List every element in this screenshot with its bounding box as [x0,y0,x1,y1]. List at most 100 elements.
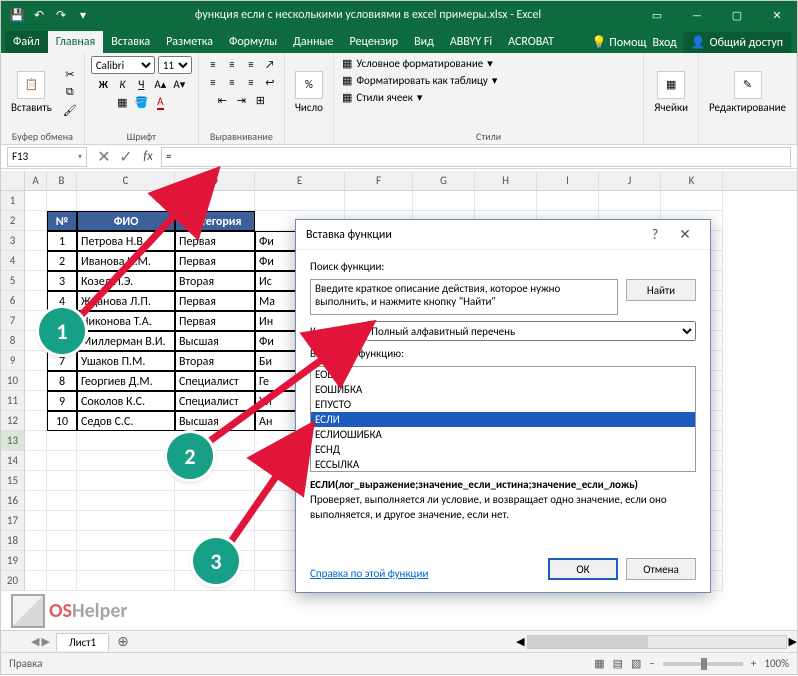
row-header[interactable]: 4 [1,251,25,271]
cell[interactable]: Первая [175,311,255,331]
cell[interactable]: Ушаков П.М. [77,351,175,371]
col-header[interactable]: E [255,171,345,190]
cell[interactable] [255,191,345,211]
zoom-in-icon[interactable]: + [751,657,756,670]
cell[interactable] [47,491,77,511]
col-header[interactable]: D [175,171,255,190]
cells-button[interactable]: ▦ Ячейки [650,69,692,116]
cell[interactable] [47,571,77,591]
cell[interactable]: Специалист [175,371,255,391]
cell[interactable] [47,531,77,551]
function-item[interactable]: ЕСНД [311,442,695,457]
function-item[interactable]: ЕССЫЛКА [311,457,695,472]
cell[interactable] [25,251,47,271]
hscroll-left-icon[interactable]: ◀ [516,635,524,648]
col-header[interactable]: A [25,171,47,190]
format-painter-icon[interactable]: 🖌 [62,102,78,118]
qat-customize-icon[interactable]: ▾ [73,5,93,25]
row-header[interactable]: 16 [1,491,25,511]
maximize-icon[interactable]: ▢ [717,1,757,29]
col-header[interactable]: K [661,171,723,190]
font-color-icon[interactable]: A [152,94,168,110]
row-header[interactable]: 9 [1,351,25,371]
cell[interactable] [25,391,47,411]
cell[interactable] [25,211,47,231]
dialog-close-icon[interactable]: ✕ [670,226,700,243]
tab-рецензир[interactable]: Рецензир [341,31,406,53]
cell[interactable] [77,571,175,591]
row-header[interactable]: 12 [1,411,25,431]
sheet-nav-prev-icon[interactable]: ◀ [31,635,39,648]
cell[interactable] [47,551,77,571]
cell[interactable]: Высшая [175,411,255,431]
cell[interactable] [25,431,47,451]
cell[interactable] [661,191,723,211]
grow-font-icon[interactable]: A▴ [152,76,168,92]
align-bottom-icon[interactable]: ≡ [243,56,259,72]
ok-button[interactable]: ОК [548,558,618,580]
increase-indent-icon[interactable]: ⇥ [233,92,249,108]
align-center-icon[interactable]: ≡ [224,74,240,90]
col-header[interactable]: F [345,171,413,190]
cell[interactable]: 8 [47,371,77,391]
help-link[interactable]: Справка по этой функции [310,567,428,580]
row-header[interactable]: 19 [1,551,25,571]
copy-icon[interactable]: ⧉ [62,84,78,100]
cell[interactable]: Миллерман В.И. [77,331,175,351]
cell[interactable] [413,191,475,211]
cell[interactable] [25,291,47,311]
borders-icon[interactable]: ▦ [114,94,130,110]
view-page-icon[interactable]: ▤ [613,657,623,670]
cell[interactable] [47,191,77,211]
zoom-slider[interactable] [663,662,743,666]
align-top-icon[interactable]: ≡ [205,56,221,72]
cell[interactable] [25,411,47,431]
cell[interactable] [175,491,255,511]
tab-вставка[interactable]: Вставка [103,31,158,53]
cancel-formula-icon[interactable]: ✕ [93,146,115,168]
cell[interactable]: Козел П.Э. [77,271,175,291]
cell[interactable] [77,551,175,571]
sheet-nav-next-icon[interactable]: ▶ [41,635,49,648]
zoom-level[interactable]: 100% [764,657,789,670]
cell[interactable]: Соколов К.С. [77,391,175,411]
cancel-button[interactable]: Отмена [626,558,696,580]
cell[interactable] [475,191,537,211]
orientation-icon[interactable]: ↗ [262,56,278,72]
formula-input[interactable]: = [161,147,791,167]
cell[interactable]: № [47,211,77,231]
cell[interactable] [599,191,661,211]
cell[interactable] [25,511,47,531]
row-header[interactable]: 7 [1,311,25,331]
cell[interactable]: 7 [47,351,77,371]
enter-formula-icon[interactable]: ✓ [115,146,137,168]
function-item[interactable]: ЕОШ [311,367,695,382]
row-header[interactable]: 8 [1,331,25,351]
hscroll-right-icon[interactable]: ▶ [789,635,797,648]
tab-acrobat[interactable]: ACROBAT [500,31,562,53]
sheet-tab[interactable]: Лист1 [56,633,109,651]
cell[interactable]: 2 [47,251,77,271]
paste-button[interactable]: 📋 Вставить [7,69,56,116]
row-header[interactable]: 15 [1,471,25,491]
conditional-formatting-button[interactable]: ▦ Условное форматирование ▾ [340,56,495,71]
cell[interactable]: Седов С.С. [77,411,175,431]
cell[interactable] [25,351,47,371]
align-right-icon[interactable]: ≡ [243,74,259,90]
cell[interactable] [25,571,47,591]
function-item[interactable]: ЕПУСТО [311,397,695,412]
tab-разметка[interactable]: Разметка [158,31,221,53]
row-header[interactable]: 1 [1,191,25,211]
view-break-icon[interactable]: ▧ [631,657,641,670]
cell[interactable]: Первая [175,291,255,311]
shrink-font-icon[interactable]: A▾ [171,76,187,92]
cell[interactable] [25,531,47,551]
row-header[interactable]: 11 [1,391,25,411]
cell[interactable]: 1 [47,231,77,251]
col-header[interactable]: I [537,171,599,190]
function-item[interactable]: ЕСЛИОШИБКА [311,427,695,442]
cell[interactable]: 3 [47,271,77,291]
hscroll-bar[interactable] [527,635,787,649]
row-header[interactable]: 10 [1,371,25,391]
minimize-icon[interactable]: — [677,1,717,29]
